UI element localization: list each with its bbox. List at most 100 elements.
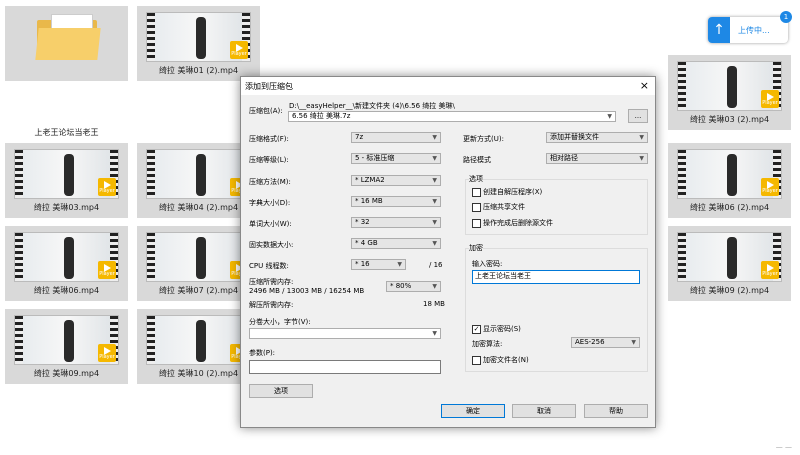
- chevron-down-icon: ▼: [432, 240, 437, 247]
- level-label: 压缩等级(L):: [249, 156, 289, 164]
- enc-method-value: AES-256: [575, 338, 605, 346]
- dialog-title: 添加到压缩包: [245, 82, 293, 91]
- video-thumbnail: Player: [677, 149, 782, 199]
- dialog-titlebar: 添加到压缩包 ×: [241, 77, 655, 95]
- video-caption: 绮拉 美琳01 (2).mp4: [158, 66, 239, 75]
- folder-icon: [35, 14, 101, 60]
- cpu-total: / 16: [429, 261, 443, 269]
- solid-select[interactable]: * 4 GB ▼: [351, 238, 441, 249]
- checkbox-box: [472, 218, 481, 228]
- encryption-group-title: 加密: [469, 243, 483, 253]
- video-caption: 绮拉 美琳03 (2).mp4: [689, 115, 770, 124]
- path-mode-label: 路径模式: [463, 156, 491, 164]
- ok-button[interactable]: 确定: [441, 404, 505, 418]
- method-select[interactable]: * LZMA2 ▼: [351, 175, 441, 186]
- unmem-value: 18 MB: [423, 300, 445, 308]
- format-label: 压缩格式(F):: [249, 135, 289, 143]
- player-icon: Player: [761, 178, 779, 196]
- chevron-down-icon: ▼: [432, 219, 437, 226]
- encrypt-names-label: 加密文件名(N): [483, 356, 529, 364]
- word-label: 单词大小(W):: [249, 220, 292, 228]
- video-thumbnail: Player: [14, 232, 119, 282]
- player-icon: Player: [98, 261, 116, 279]
- word-select[interactable]: * 32 ▼: [351, 217, 441, 228]
- video-caption: 绮拉 美琳09.mp4: [33, 369, 100, 378]
- checkbox-box: [472, 187, 481, 197]
- video-tile[interactable]: Player 绮拉 美琳03.mp4: [5, 143, 128, 218]
- mem-value: * 80%: [390, 282, 412, 290]
- cancel-button[interactable]: 取消: [512, 404, 576, 418]
- mem-select[interactable]: * 80% ▼: [386, 281, 441, 292]
- video-tile[interactable]: Player 绮拉 美琳09 (2).mp4: [668, 226, 791, 301]
- video-caption: 绮拉 美琳03.mp4: [33, 203, 100, 212]
- cpu-label: CPU 线程数:: [249, 262, 289, 270]
- mem-detail: 2496 MB / 13003 MB / 16254 MB: [249, 287, 365, 295]
- cpu-select[interactable]: * 16 ▼: [351, 259, 406, 270]
- solid-label: 固实数据大小:: [249, 241, 294, 249]
- upload-status-widget[interactable]: ↑ 上传中... 1: [708, 11, 792, 43]
- encrypt-names-checkbox[interactable]: 加密文件名(N): [472, 355, 529, 365]
- split-combo[interactable]: ▼: [249, 328, 441, 339]
- mem-label: 压缩所需内存:: [249, 278, 294, 286]
- chevron-down-icon: ▼: [432, 198, 437, 205]
- archive-name-value: 6.56 绮拉 美琳.7z: [292, 112, 351, 120]
- format-select[interactable]: 7z ▼: [351, 132, 441, 143]
- player-icon: Player: [98, 344, 116, 362]
- method-label: 压缩方法(M):: [249, 178, 291, 186]
- chevron-down-icon: ▼: [607, 113, 612, 120]
- password-input[interactable]: 上老王论坛当老王: [472, 270, 640, 284]
- dict-value: * 16 MB: [355, 197, 383, 205]
- path-mode-value: 相对路径: [550, 154, 578, 162]
- solid-value: * 4 GB: [355, 239, 378, 247]
- level-value: 5 - 标准压缩: [355, 154, 395, 162]
- archive-name-combo[interactable]: 6.56 绮拉 美琳.7z ▼: [288, 111, 616, 122]
- shared-files-checkbox[interactable]: 压缩共享文件: [472, 202, 525, 212]
- level-select[interactable]: 5 - 标准压缩 ▼: [351, 153, 441, 164]
- update-label: 更新方式(U):: [463, 135, 504, 143]
- params-input[interactable]: [249, 360, 441, 374]
- help-button[interactable]: 帮助: [584, 404, 648, 418]
- video-tile[interactable]: Player 绮拉 美琳01 (2).mp4: [137, 6, 260, 81]
- video-thumbnail: Player: [146, 315, 251, 365]
- upload-status-label: 上传中...: [738, 26, 770, 35]
- chevron-down-icon: ▼: [432, 155, 437, 162]
- cpu-value: * 16: [355, 260, 370, 268]
- video-thumbnail: Player: [677, 61, 782, 111]
- video-tile[interactable]: Player 绮拉 美琳09.mp4: [5, 309, 128, 384]
- chevron-down-icon: ▼: [432, 330, 437, 337]
- sfx-checkbox[interactable]: 创建自解压程序(X): [472, 187, 542, 197]
- chevron-down-icon: ▼: [432, 134, 437, 141]
- path-mode-select[interactable]: 相对路径 ▼: [546, 153, 648, 164]
- folder-caption: 上老王论坛当老王: [34, 128, 99, 137]
- video-thumbnail: Player: [14, 315, 119, 365]
- dict-select[interactable]: * 16 MB ▼: [351, 196, 441, 207]
- options-button[interactable]: 选项: [249, 384, 313, 398]
- shared-files-label: 压缩共享文件: [483, 203, 525, 211]
- dict-label: 字典大小(D):: [249, 199, 291, 207]
- video-caption: 绮拉 美琳06.mp4: [33, 286, 100, 295]
- method-value: * LZMA2: [355, 176, 385, 184]
- enc-method-select[interactable]: AES-256 ▼: [571, 337, 640, 348]
- player-icon: Player: [230, 41, 248, 59]
- update-select[interactable]: 添加并替换文件 ▼: [546, 132, 648, 143]
- checkbox-box: [472, 202, 481, 212]
- password-value: 上老王论坛当老王: [475, 272, 531, 280]
- close-icon[interactable]: ×: [640, 79, 649, 92]
- chevron-down-icon: ▼: [631, 339, 636, 346]
- player-icon: Player: [761, 261, 779, 279]
- video-thumbnail: Player: [146, 149, 251, 199]
- folder-tile[interactable]: 上老王论坛当老王: [5, 6, 128, 137]
- enc-method-label: 加密算法:: [472, 340, 503, 348]
- video-tile[interactable]: Player 绮拉 美琳06.mp4: [5, 226, 128, 301]
- show-password-checkbox[interactable]: ✓ 显示密码(S): [472, 324, 521, 334]
- video-tile[interactable]: Player 绮拉 美琳03 (2).mp4: [668, 55, 791, 130]
- checkbox-box: [472, 355, 481, 365]
- password-label: 输入密码:: [472, 260, 503, 268]
- player-icon: Player: [761, 90, 779, 108]
- delete-after-label: 操作完成后删除源文件: [483, 219, 553, 227]
- delete-after-checkbox[interactable]: 操作完成后删除源文件: [472, 218, 553, 228]
- options-group-title: 选项: [469, 174, 483, 184]
- browse-button[interactable]: ...: [628, 109, 648, 123]
- video-tile[interactable]: Player 绮拉 美琳06 (2).mp4: [668, 143, 791, 218]
- split-label: 分卷大小，字节(V):: [249, 318, 311, 326]
